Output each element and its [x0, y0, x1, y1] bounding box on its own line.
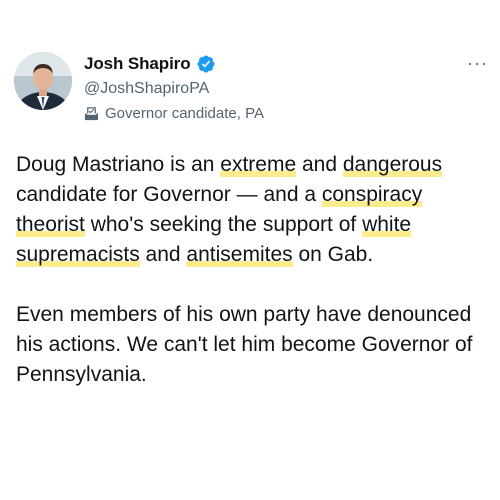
- author-label: Governor candidate, PA: [84, 105, 264, 122]
- highlighted-phrase: extreme: [220, 153, 297, 177]
- display-name[interactable]: Josh Shapiro: [84, 54, 191, 74]
- avatar-photo: [14, 52, 72, 110]
- text-segment: Doug Mastriano is an: [16, 153, 221, 176]
- text-segment: candidate for Governor — and a: [16, 183, 322, 206]
- author-name-row[interactable]: Josh Shapiro: [84, 54, 216, 74]
- more-options-icon[interactable]: ···: [467, 54, 488, 72]
- avatar[interactable]: [14, 52, 72, 110]
- text-segment: on Gab.: [292, 243, 374, 266]
- highlighted-phrase: antisemites: [186, 243, 293, 267]
- tweet-paragraph-2: Even members of his own party have denou…: [16, 303, 473, 386]
- author-handle[interactable]: @JoshShapiroPA: [84, 80, 209, 98]
- tweet-paragraph-1: Doug Mastriano is an extreme and dangero…: [16, 150, 488, 270]
- label-text: Governor candidate, PA: [105, 105, 264, 122]
- highlighted-phrase: dangerous: [342, 153, 443, 177]
- tweet-text: Doug Mastriano is an extreme and dangero…: [16, 150, 488, 390]
- tweet-card: Josh Shapiro @JoshShapiroPA Governor can…: [0, 0, 500, 500]
- verified-badge-icon: [196, 54, 216, 74]
- text-segment: who's seeking the support of: [84, 213, 363, 236]
- text-segment: and: [296, 153, 343, 176]
- text-segment: and: [139, 243, 187, 266]
- ballot-box-icon: [84, 106, 99, 121]
